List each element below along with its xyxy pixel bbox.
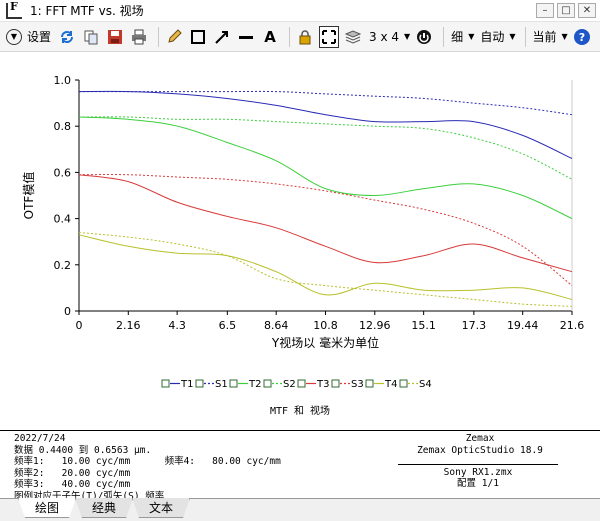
save-icon[interactable] (105, 26, 125, 48)
help-icon[interactable]: ? (572, 26, 592, 48)
text-icon[interactable]: A (260, 26, 280, 48)
y-axis-title: OTF模值 (21, 172, 36, 220)
info-file: Sony RX1.zmx (443, 467, 513, 478)
title-bar: F 1: FFT MTF vs. 视场 – □ ✕ (0, 0, 600, 22)
legend-swatch-t1 (161, 379, 170, 388)
y-tick-label: 0.8 (54, 120, 72, 133)
x-tick-label: 6.5 (219, 319, 237, 332)
x-tick-label: 17.3 (462, 319, 487, 332)
maximize-button[interactable]: □ (557, 3, 575, 18)
x-tick-label: 4.3 (168, 319, 186, 332)
info-date: 2022/7/24 (14, 433, 66, 444)
series-line-t4 (78, 234, 573, 300)
line-icon[interactable] (236, 26, 256, 48)
y-tick-label: 1.0 (54, 74, 72, 87)
legend-swatch-s1 (195, 379, 204, 388)
layers-icon[interactable] (343, 26, 363, 48)
series-line-s2 (78, 116, 573, 180)
zoom-fit-icon[interactable] (319, 25, 340, 48)
pencil-icon[interactable] (164, 26, 184, 48)
legend-label-s1: S1 (215, 379, 228, 390)
tab-classic[interactable]: 经典 (75, 498, 134, 518)
y-tick-label: 0 (64, 305, 71, 318)
x-tick-label: 10.8 (313, 319, 338, 332)
y-tick-label: 0.6 (54, 166, 72, 179)
legend-swatch-t2 (229, 379, 238, 388)
mtf-chart: 0 0.2 0.4 0.6 0.8 1.0 0 2.16 4.3 6.5 8.64 10.8 12.96… (21, 74, 585, 417)
svg-text:?: ? (578, 31, 584, 44)
tab-plot[interactable]: 绘图 (18, 498, 77, 518)
legend-swatch-s3 (331, 379, 340, 388)
info-right: Zemax Zemax OpticStudio 18.9 (400, 433, 560, 456)
plot-area: 0 0.2 0.4 0.6 0.8 1.0 0 2.16 4.3 6.5 8.64 10.8 12.96… (0, 53, 600, 430)
x-tick-label: 8.64 (264, 319, 289, 332)
settings-button[interactable]: ▼ 设置 (6, 26, 53, 48)
window-title: 1: FFT MTF vs. 视场 (30, 4, 144, 18)
x-tick-label: 21.6 (560, 319, 585, 332)
info-freq2: 频率2: 20.00 cyc/mm (14, 467, 131, 479)
close-button[interactable]: ✕ (578, 3, 596, 18)
y-tick-label: 0.2 (54, 259, 72, 272)
lock-icon[interactable] (295, 26, 315, 48)
info-config: 配置 1/1 (457, 478, 499, 489)
scale-dropdown[interactable]: 自动 ▼ (478, 26, 515, 48)
series-line-s1 (79, 90, 573, 116)
info-panel: 2022/7/24 数据 0.4400 到 0.6563 μm. 频率1: 10… (0, 430, 600, 502)
tab-text[interactable]: 文本 (132, 498, 191, 518)
info-file-block: Sony RX1.zmx 配置 1/1 (398, 467, 558, 489)
legend-label-s2: S2 (283, 379, 296, 390)
view-tabs: 绘图 经典 文本 (0, 498, 600, 521)
legend-label-t4: T4 (384, 379, 397, 390)
x-tick-label: 12.96 (359, 319, 391, 332)
info-left: 2022/7/24 数据 0.4400 到 0.6563 μm. 频率1: 10… (14, 433, 281, 502)
info-company: Zemax (465, 433, 495, 444)
series-line-t2 (78, 116, 573, 220)
legend-swatch-s4 (399, 379, 408, 388)
legend-swatch-s2 (263, 379, 272, 388)
legend-label-s3: S3 (351, 379, 364, 390)
legend-label-t2: T2 (248, 379, 261, 390)
legend-label-t3: T3 (316, 379, 329, 390)
x-tick-label: 2.16 (116, 319, 141, 332)
power-icon[interactable] (414, 26, 434, 48)
x-tick-label: 15.1 (411, 319, 436, 332)
legend-swatch-t3 (297, 379, 306, 388)
chart-caption: MTF 和 视场 (270, 404, 330, 417)
chevron-down-icon: ▼ (6, 28, 22, 45)
legend-label-t1: T1 (180, 379, 193, 390)
legend-swatch-t4 (365, 379, 374, 388)
settings-label: 设置 (27, 30, 52, 44)
series-line-t1 (78, 90, 573, 159)
refresh-icon[interactable] (57, 26, 77, 48)
app-icon: F (6, 0, 22, 19)
series-line-s4 (78, 232, 573, 307)
info-freq4: 频率4: 80.00 cyc/mm (164, 456, 281, 467)
layout-dropdown[interactable]: 3 x 4 ▼ (367, 26, 410, 48)
x-axis-title: Y视场以 毫米为单位 (271, 335, 379, 350)
copy-icon[interactable] (81, 26, 101, 48)
info-freq1: 频率1: 10.00 cyc/mm (14, 456, 131, 467)
toolbar: ▼ 设置 A 3 x 4 ▼ 细 ▼ 自动 ▼ 当前 ▼ ? (0, 22, 600, 52)
arrow-icon[interactable] (212, 26, 232, 48)
current-dropdown[interactable]: 当前 ▼ (531, 26, 568, 48)
print-icon[interactable] (129, 26, 149, 48)
legend-label-s4: S4 (419, 379, 432, 390)
line-width-dropdown[interactable]: 细 ▼ (449, 26, 474, 48)
series-line-t3 (78, 174, 573, 273)
y-tick-label: 0.4 (54, 213, 72, 226)
x-tick-label: 0 (76, 319, 83, 332)
minimize-button[interactable]: – (536, 3, 554, 18)
x-tick-label: 19.44 (507, 319, 539, 332)
rectangle-icon[interactable] (188, 26, 208, 48)
info-product: Zemax OpticStudio 18.9 (417, 444, 543, 456)
info-freq3: 频率3: 40.00 cyc/mm (14, 479, 131, 490)
info-data-range: 数据 0.4400 到 0.6563 μm. (14, 444, 152, 456)
